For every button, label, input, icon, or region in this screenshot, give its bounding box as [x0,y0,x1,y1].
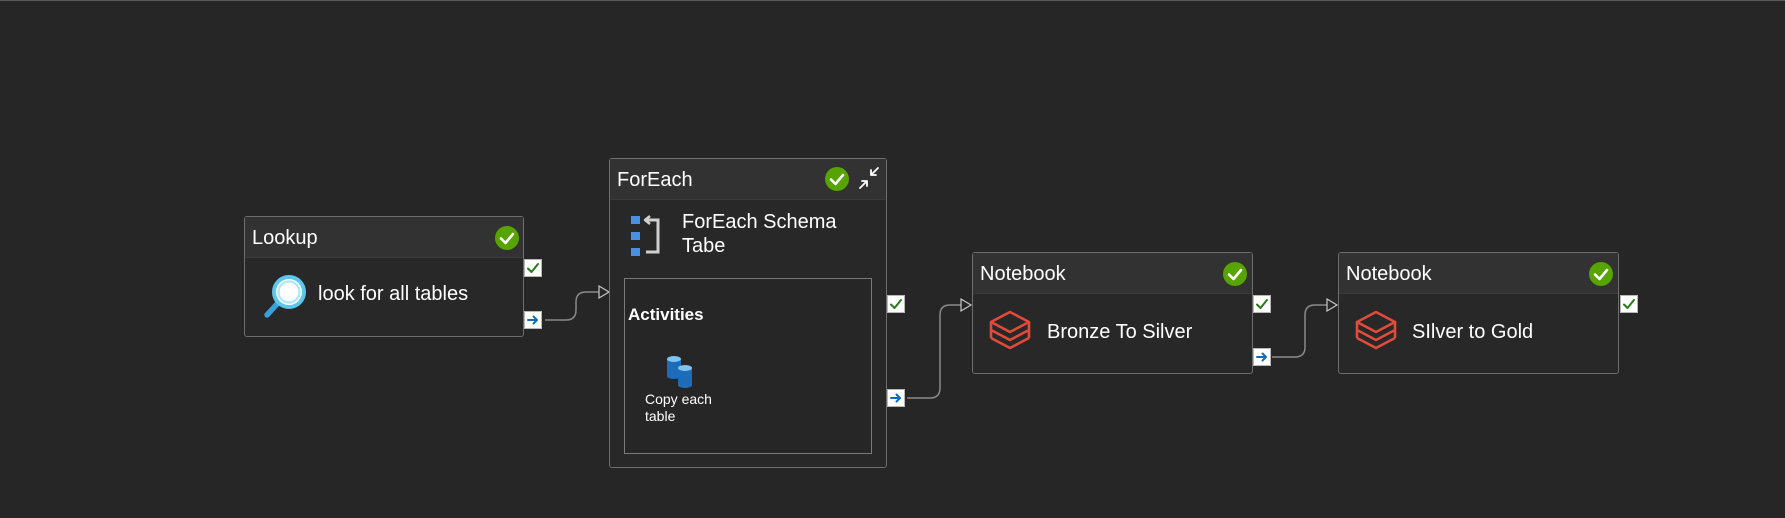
success-check-icon [1589,262,1613,286]
on-completion-port[interactable] [524,311,542,329]
activity-type-label: Notebook [980,263,1066,285]
foreach-icon [630,214,662,258]
activity-header: Notebook [1339,253,1618,294]
activity-header: ForEach [610,159,886,200]
success-check-icon [825,167,849,191]
on-success-port[interactable] [887,295,905,313]
activity-type-label: Notebook [1346,263,1432,285]
collapse-icon[interactable] [856,165,882,191]
lookup-activity[interactable]: Lookup look for all tables [244,216,524,337]
on-completion-port[interactable] [1253,348,1271,366]
notebook-activity-silver-to-gold[interactable]: Notebook SIlver to Gold [1338,252,1619,374]
on-success-port[interactable] [1620,295,1638,313]
copy-data-icon[interactable] [665,356,695,388]
activity-name: SIlver to Gold [1412,321,1534,343]
on-completion-port[interactable] [887,389,905,407]
activity-header: Notebook [973,253,1252,294]
notebook-activity-bronze-to-silver[interactable]: Notebook Bronze To Silver [972,252,1253,374]
activities-container[interactable]: Activities Copy each table [624,278,872,454]
activity-name: ForEach Schema Tabe [682,211,837,257]
activity-name: Bronze To Silver [1047,321,1193,343]
databricks-icon [1354,309,1398,353]
activity-header: Lookup [245,217,523,258]
activity-name: look for all tables [318,283,469,305]
activities-container-title: Activities [628,305,704,324]
on-success-port[interactable] [1253,295,1271,313]
activity-type-label: Lookup [252,227,318,249]
on-success-port[interactable] [524,259,542,277]
success-check-icon [495,226,519,250]
child-activity-name: Copy each table [645,391,712,424]
foreach-activity[interactable]: ForEach ForEach Schema Tabe Activities C… [609,158,887,468]
success-check-icon [1223,262,1247,286]
magnifier-icon [263,274,307,318]
activity-type-label: ForEach [617,169,693,191]
databricks-icon [988,309,1032,353]
